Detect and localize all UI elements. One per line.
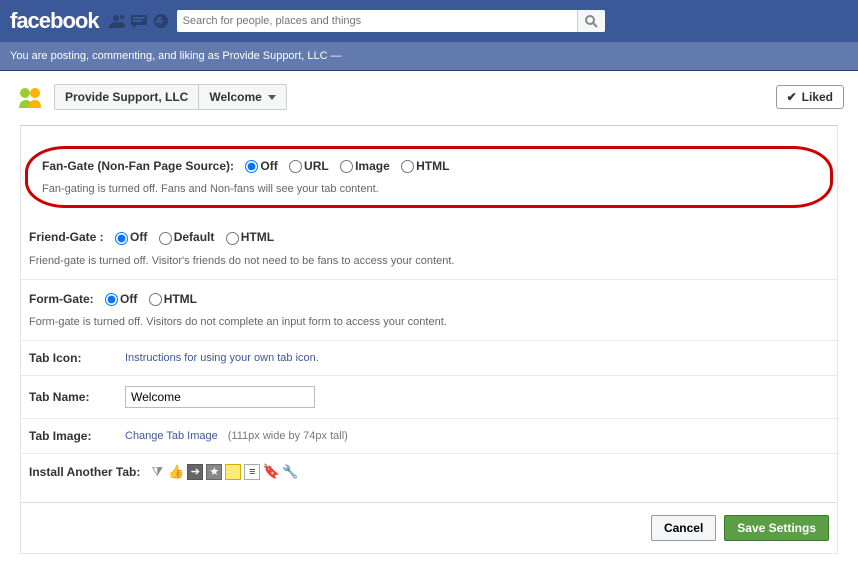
tab-image-row: Tab Image: Change Tab Image (111px wide …	[21, 419, 837, 454]
page-nav: Provide Support, LLC Welcome	[54, 84, 287, 110]
friend-gate-help: Friend-gate is turned off. Visitor's fri…	[29, 255, 829, 267]
friend-gate-radio-off[interactable]	[115, 232, 128, 245]
liked-button[interactable]: ✔ Liked	[776, 85, 844, 109]
fan-gate-opt-image: Image	[355, 159, 390, 173]
form-gate-opt-off: Off	[120, 292, 137, 306]
tab-image-label: Tab Image:	[29, 429, 115, 443]
tab-icon-link[interactable]: Instructions for using your own tab icon…	[125, 352, 319, 364]
liked-label: Liked	[802, 90, 833, 104]
topbar: facebook	[0, 0, 858, 42]
tab-name-input[interactable]	[125, 386, 315, 408]
fan-gate-section: Fan-Gate (Non-Fan Page Source): Off URL …	[25, 146, 833, 208]
friend-gate-radio-html[interactable]	[226, 232, 239, 245]
check-icon: ✔	[787, 90, 797, 104]
tab-name-row: Tab Name:	[21, 376, 837, 419]
tab-image-hint: (111px wide by 74px tall)	[228, 430, 348, 442]
tab-name-label: Tab Name:	[29, 390, 115, 404]
form-gate-opt-html: HTML	[164, 292, 197, 306]
arrow-right-icon[interactable]: ➔	[187, 464, 203, 480]
tab-icon-row: Tab Icon: Instructions for using your ow…	[21, 341, 837, 376]
install-tab-label: Install Another Tab:	[29, 465, 140, 479]
friend-gate-opt-default: Default	[174, 230, 215, 244]
tab-dropdown[interactable]: Welcome	[198, 85, 285, 109]
footer-actions: Cancel Save Settings	[21, 502, 837, 553]
fan-gate-opt-off: Off	[260, 159, 277, 173]
page-name-button[interactable]: Provide Support, LLC	[55, 85, 198, 109]
page-container: Provide Support, LLC Welcome ✔ Liked Fan…	[0, 71, 858, 564]
friend-gate-section: Friend-Gate : Off Default HTML Friend-ga…	[21, 218, 837, 279]
tab-icon-label: Tab Icon:	[29, 351, 115, 365]
tab-dropdown-label: Welcome	[209, 90, 261, 104]
tab-image-link[interactable]: Change Tab Image	[125, 430, 218, 442]
wrench-icon[interactable]: 🔧	[282, 464, 298, 480]
bookmark-icon[interactable]: 🔖	[263, 464, 279, 480]
fan-gate-radio-url[interactable]	[289, 160, 302, 173]
search-button[interactable]	[577, 10, 605, 32]
form-gate-radio-html[interactable]	[149, 293, 162, 306]
friend-gate-opt-off: Off	[130, 230, 147, 244]
cancel-button[interactable]: Cancel	[651, 515, 716, 541]
search-wrap	[177, 10, 605, 32]
fan-gate-opt-url: URL	[304, 159, 329, 173]
friend-gate-row: Friend-Gate : Off Default HTML	[29, 230, 829, 244]
notifications-icon[interactable]	[151, 11, 171, 31]
search-input[interactable]	[177, 10, 577, 32]
page-header: Provide Support, LLC Welcome ✔ Liked	[14, 81, 844, 113]
page-avatar[interactable]	[14, 81, 46, 113]
facebook-logo[interactable]: facebook	[10, 8, 99, 34]
fan-gate-help: Fan-gating is turned off. Fans and Non-f…	[42, 183, 816, 195]
friend-gate-opt-html: HTML	[241, 230, 274, 244]
posting-as-text: You are posting, commenting, and liking …	[10, 50, 342, 62]
friend-gate-label: Friend-Gate :	[29, 230, 104, 244]
fan-gate-radio-off[interactable]	[245, 160, 258, 173]
top-nav-icons	[107, 11, 171, 31]
form-gate-help: Form-gate is turned off. Visitors do not…	[29, 316, 829, 328]
form-gate-label: Form-Gate:	[29, 292, 94, 306]
thumb-up-icon[interactable]: 👍	[168, 464, 184, 480]
form-gate-row: Form-Gate: Off HTML	[29, 292, 829, 306]
fan-gate-row: Fan-Gate (Non-Fan Page Source): Off URL …	[42, 159, 816, 173]
friend-requests-icon[interactable]	[107, 11, 127, 31]
search-icon	[585, 15, 598, 28]
save-settings-button[interactable]: Save Settings	[724, 515, 829, 541]
fan-gate-radio-image[interactable]	[340, 160, 353, 173]
fan-gate-label: Fan-Gate (Non-Fan Page Source):	[42, 159, 234, 173]
funnel-icon[interactable]: ⧩	[149, 464, 165, 480]
settings-panel: Fan-Gate (Non-Fan Page Source): Off URL …	[20, 125, 838, 554]
friend-gate-radio-default[interactable]	[159, 232, 172, 245]
form-gate-section: Form-Gate: Off HTML Form-gate is turned …	[21, 280, 837, 341]
star-icon[interactable]: ★	[206, 464, 222, 480]
note-icon[interactable]	[225, 464, 241, 480]
install-tab-row: Install Another Tab: ⧩ 👍 ➔ ★ ≡ 🔖 🔧	[21, 454, 837, 494]
messages-icon[interactable]	[129, 11, 149, 31]
fan-gate-opt-html: HTML	[416, 159, 449, 173]
form-gate-radio-off[interactable]	[105, 293, 118, 306]
page-icon[interactable]: ≡	[244, 464, 260, 480]
posting-as-bar: You are posting, commenting, and liking …	[0, 42, 858, 71]
fan-gate-radio-html[interactable]	[401, 160, 414, 173]
